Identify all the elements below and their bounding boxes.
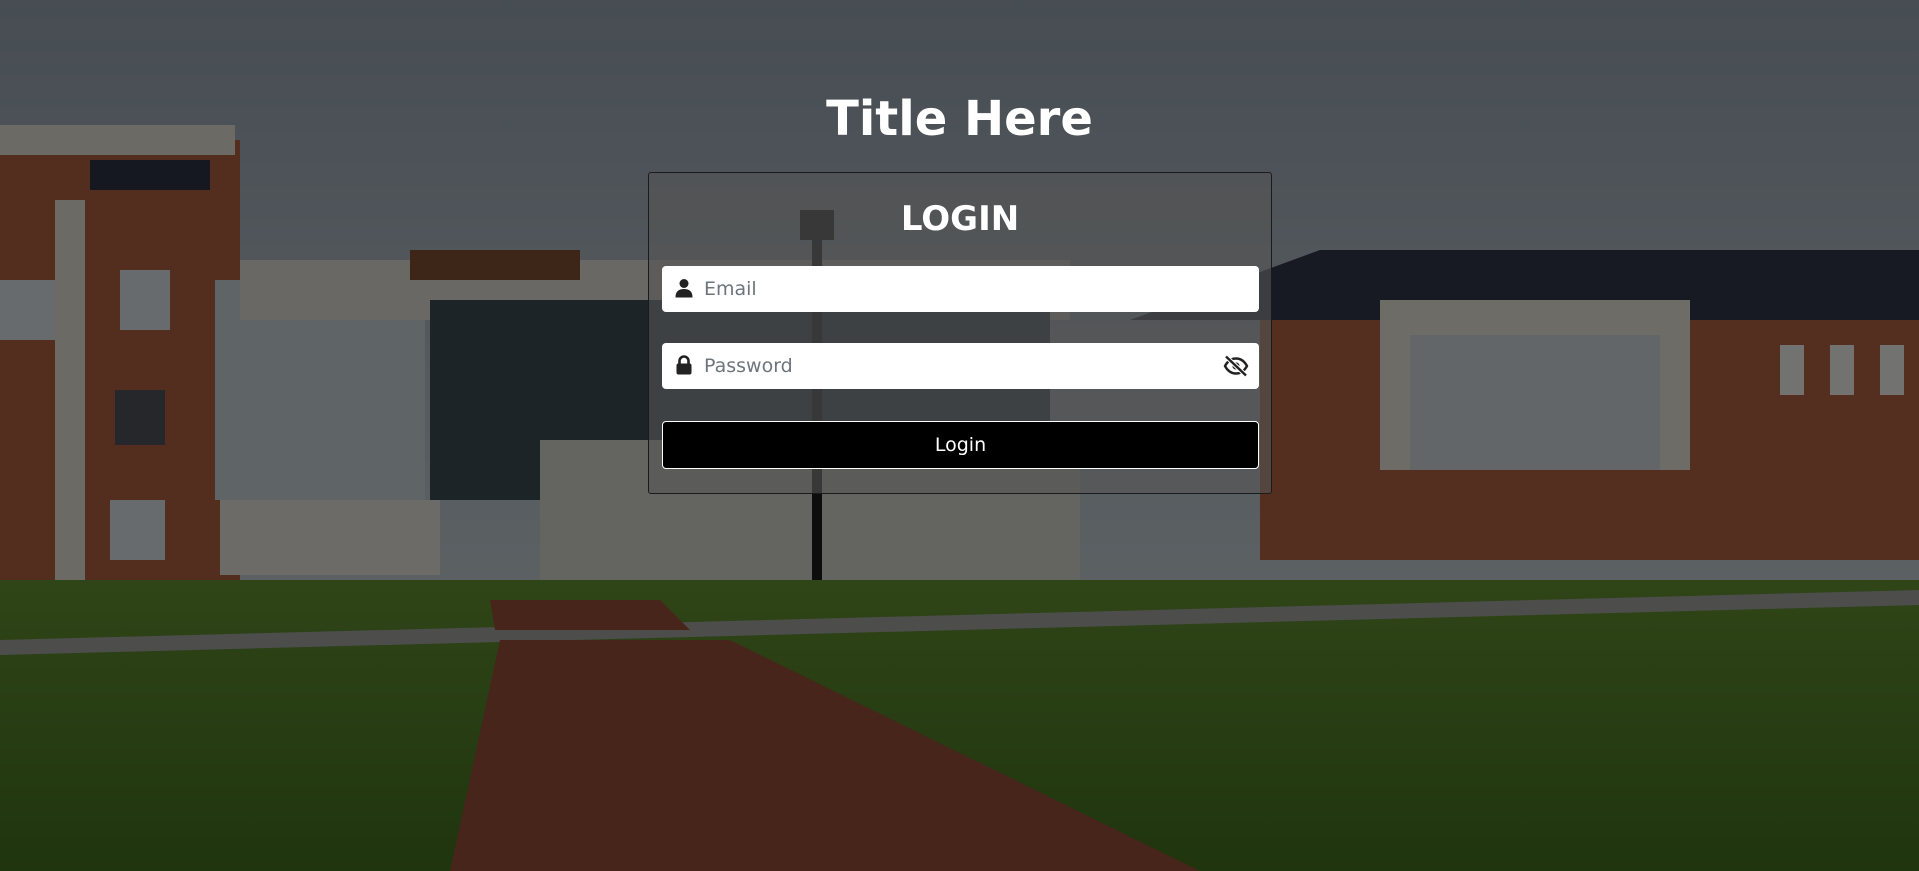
login-page: Title Here LOGIN Login xyxy=(0,0,1919,871)
password-input[interactable] xyxy=(704,343,1204,389)
email-input[interactable] xyxy=(704,266,1204,312)
login-card: LOGIN Login xyxy=(648,172,1272,494)
user-icon xyxy=(675,279,693,298)
login-button[interactable]: Login xyxy=(662,421,1259,469)
email-field xyxy=(662,266,1259,312)
password-field xyxy=(662,343,1259,389)
login-heading: LOGIN xyxy=(900,199,1020,239)
page-title: Title Here xyxy=(826,91,1093,147)
lock-icon xyxy=(676,355,692,375)
eye-slash-icon[interactable] xyxy=(1223,354,1249,378)
